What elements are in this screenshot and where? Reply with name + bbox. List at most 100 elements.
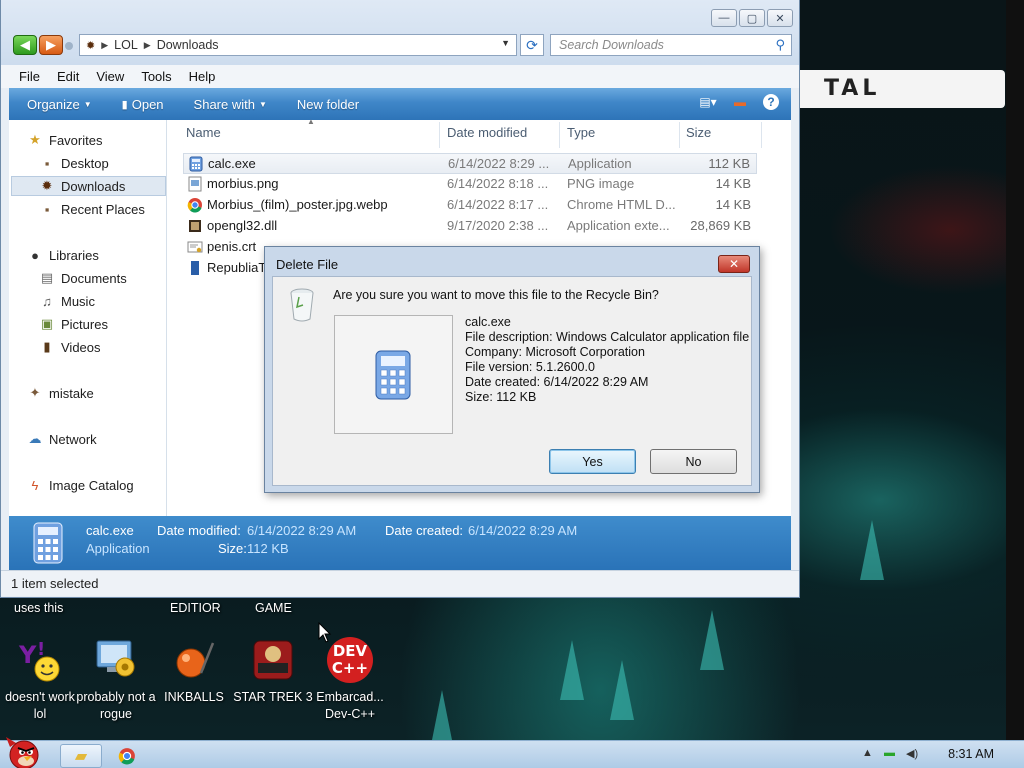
- nav-label: mistake: [49, 385, 94, 401]
- nav-label: Desktop: [61, 155, 109, 171]
- organize-button[interactable]: Organize ▼: [27, 97, 92, 112]
- desktop-icon-star-trek[interactable]: STAR TREK 3: [233, 637, 313, 706]
- column-header-size[interactable]: Size: [686, 125, 711, 140]
- system-clock[interactable]: 8:31 AM: [948, 747, 994, 761]
- column-separator[interactable]: [559, 122, 560, 148]
- search-input[interactable]: Search Downloads ⚲: [550, 34, 792, 56]
- file-name: calc.exe: [208, 156, 256, 171]
- desktop-icon-rogue[interactable]: probably not a rogue: [76, 637, 156, 723]
- nav-label: Libraries: [49, 247, 99, 263]
- file-row[interactable]: Morbius_(film)_poster.jpg.webp 6/14/2022…: [183, 195, 757, 216]
- column-separator[interactable]: [679, 122, 680, 148]
- nav-favorites[interactable]: ★ Favorites: [27, 130, 102, 150]
- nav-label: Image Catalog: [49, 477, 134, 493]
- column-header-name[interactable]: Name: [186, 125, 221, 140]
- breadcrumb-lol[interactable]: LOL: [114, 38, 138, 52]
- navigation-pane: ★ Favorites ▪ Desktop ✹ Downloads ▪ Recent P…: [9, 120, 167, 516]
- column-separator[interactable]: [761, 122, 762, 148]
- refresh-icon: ⟳: [526, 36, 538, 53]
- calculator-large-icon: [373, 349, 413, 404]
- column-separator[interactable]: [439, 122, 440, 148]
- battery-icon[interactable]: ▬: [884, 747, 895, 759]
- nav-videos[interactable]: ▮ Videos: [39, 337, 101, 357]
- delete-file-dialog: Delete File ✕ Are you sure you want to m…: [264, 246, 760, 493]
- open-label: Open: [131, 96, 164, 112]
- no-button[interactable]: No: [650, 449, 737, 474]
- column-header-type[interactable]: Type: [567, 125, 595, 140]
- address-bar[interactable]: ✹ ▶ LOL ▶ Downloads ▼: [79, 34, 517, 56]
- nav-music[interactable]: ♫ Music: [39, 291, 95, 311]
- recent-pages-button[interactable]: [65, 42, 73, 50]
- column-header-date[interactable]: Date modified: [447, 125, 527, 140]
- file-info-description: File description: Windows Calculator app…: [465, 330, 750, 344]
- downloads-bug-icon: ✹: [41, 178, 53, 193]
- file-name: opengl32.dll: [207, 218, 278, 233]
- search-icon[interactable]: ⚲: [775, 37, 785, 53]
- menu-tools[interactable]: Tools: [133, 69, 180, 84]
- desktop-icon-label: Embarcad... Dev-C++: [316, 690, 384, 721]
- back-button[interactable]: ◀: [13, 35, 37, 55]
- nav-documents[interactable]: ▤ Documents: [39, 268, 127, 288]
- menu-view[interactable]: View: [88, 69, 133, 84]
- desktop-label-editior: EDITIOR: [170, 601, 221, 615]
- menu-file[interactable]: File: [11, 69, 49, 84]
- file-name: morbius.png: [207, 176, 279, 191]
- desktop-icon-label: doesn't work lol: [5, 690, 75, 721]
- open-button[interactable]: ▮ Open: [122, 97, 164, 112]
- status-text: 1 item selected: [11, 576, 99, 591]
- dropdown-icon: ▼: [258, 99, 267, 109]
- desktop-icon-inkballs[interactable]: INKBALLS: [154, 637, 234, 706]
- breadcrumb-separator-icon: ▶: [143, 39, 151, 50]
- refresh-button[interactable]: ⟳: [520, 34, 544, 56]
- nav-mistake[interactable]: ✦ mistake: [27, 383, 94, 403]
- nav-network[interactable]: ☁ Network: [27, 429, 97, 449]
- music-icon: ♫: [42, 293, 52, 309]
- nav-image-catalog[interactable]: ϟ Image Catalog: [27, 475, 134, 495]
- maximize-button[interactable]: ▢: [739, 9, 765, 27]
- documents-icon: ▤: [40, 270, 54, 285]
- folder-icon: ▰: [74, 748, 88, 765]
- desktop-icon-label: STAR TREK 3: [233, 690, 313, 704]
- forward-button[interactable]: ▶: [39, 35, 63, 55]
- back-arrow-icon: ◀: [20, 37, 30, 52]
- details-size-value: 112 KB: [247, 541, 289, 556]
- address-dropdown-icon[interactable]: ▼: [501, 38, 510, 48]
- volume-icon[interactable]: ◀): [906, 747, 918, 760]
- nav-label: Videos: [61, 339, 101, 355]
- dialog-close-button[interactable]: ✕: [718, 255, 750, 273]
- nav-label: Music: [61, 293, 95, 309]
- nav-recent-places[interactable]: ▪ Recent Places: [39, 199, 145, 219]
- share-with-button[interactable]: Share with ▼: [194, 97, 267, 112]
- file-row[interactable]: opengl32.dll 9/17/2020 2:38 ... Applicat…: [183, 216, 757, 237]
- menu-help[interactable]: Help: [181, 69, 225, 84]
- nav-desktop[interactable]: ▪ Desktop: [39, 153, 109, 173]
- file-date: 6/14/2022 8:17 ...: [447, 197, 549, 212]
- show-hidden-icons-icon[interactable]: ▲: [862, 747, 873, 759]
- file-info-created: Date created: 6/14/2022 8:29 AM: [465, 375, 649, 389]
- videos-icon: ▮: [43, 339, 51, 354]
- change-view-icon[interactable]: ▤▾: [699, 94, 717, 110]
- close-button[interactable]: ✕: [767, 9, 793, 27]
- file-name: penis.crt: [207, 239, 257, 254]
- yes-button[interactable]: Yes: [549, 449, 636, 474]
- nav-pictures[interactable]: ▣ Pictures: [39, 314, 108, 334]
- organize-label: Organize: [27, 96, 80, 112]
- taskbar-chrome-button[interactable]: [112, 744, 142, 768]
- new-folder-button[interactable]: New folder: [297, 97, 359, 112]
- start-button[interactable]: [2, 733, 46, 768]
- nav-downloads[interactable]: ✹ Downloads: [11, 176, 166, 196]
- desktop-label-game: GAME: [255, 601, 292, 615]
- preview-pane-icon[interactable]: ▬: [731, 94, 749, 110]
- file-row[interactable]: morbius.png 6/14/2022 8:18 ... PNG image…: [183, 174, 757, 195]
- desktop-icon-dev-cpp[interactable]: DEV C++ Embarcad... Dev-C++: [310, 637, 390, 723]
- help-icon[interactable]: ?: [763, 94, 779, 110]
- homegroup-icon: ✦: [29, 385, 41, 400]
- breadcrumb-downloads[interactable]: Downloads: [157, 38, 219, 52]
- menu-edit[interactable]: Edit: [49, 69, 88, 84]
- nav-libraries[interactable]: ● Libraries: [27, 245, 99, 265]
- desktop-icon-yahoo[interactable]: Y! doesn't work lol: [0, 637, 80, 723]
- file-row[interactable]: calc.exe 6/14/2022 8:29 ... Application …: [183, 153, 757, 174]
- minimize-button[interactable]: —: [711, 9, 737, 27]
- menu-bar: File Edit View Tools Help: [1, 65, 799, 88]
- taskbar-explorer-button[interactable]: ▰: [60, 744, 102, 768]
